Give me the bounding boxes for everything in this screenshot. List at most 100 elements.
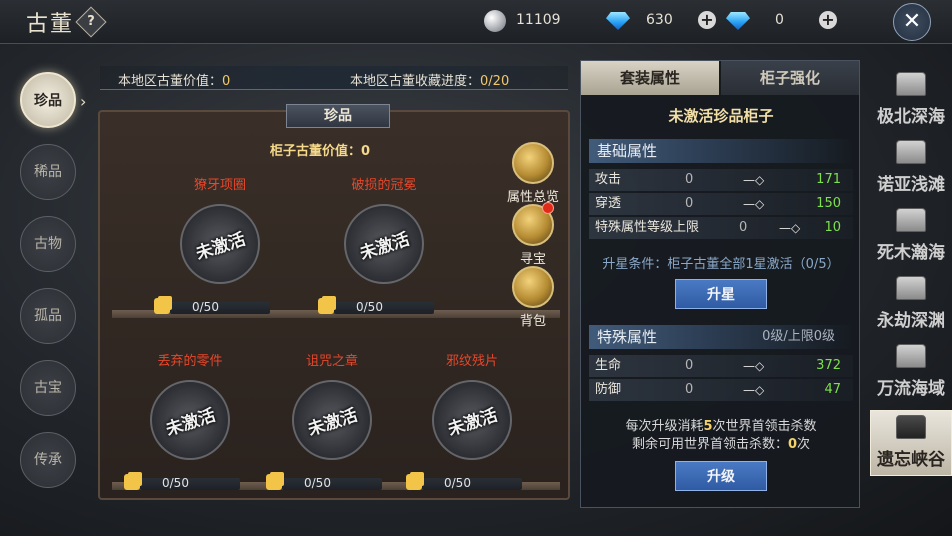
slot-pedestal: [140, 478, 240, 490]
attribute-row: 攻击 0 —◇ 171: [589, 169, 853, 191]
attribute-overview-button[interactable]: 属性总览: [498, 142, 568, 205]
arrow-right-icon: —◇: [743, 383, 765, 397]
collection-progress-value: 0/20: [480, 74, 510, 89]
nav-item-zhenpin[interactable]: 珍品: [20, 72, 76, 128]
remaining-kills-note: 剩余可用世界首领击杀数：0次: [581, 433, 861, 452]
category-nav: 珍品 › 稀品 古物 孤品 古宝 传承: [18, 72, 87, 536]
basic-attributes-header: 基础属性: [589, 139, 853, 163]
antique-slot[interactable]: 诅咒之章 未激活 0/50: [262, 350, 402, 510]
attribute-name: 防御: [595, 382, 622, 397]
upgrade-condition: 升星条件：柜子古董全部1星激活（0/5）: [602, 257, 840, 272]
attribute-panel: 套装属性 柜子强化 未激活珍品柜子 基础属性 攻击 0 —◇ 171 穿透 0 …: [580, 60, 860, 508]
upgrade-cost-text: 每次升级消耗: [625, 419, 704, 434]
antique-progress: 0/50: [444, 476, 471, 490]
tab-set-attributes[interactable]: 套装属性: [581, 61, 719, 95]
region-value-label: 本地区古董价值：: [118, 74, 223, 89]
star-up-button[interactable]: 升星: [675, 279, 767, 309]
region-name: 极北深海: [877, 107, 945, 127]
backpack-button[interactable]: 背包: [498, 266, 568, 329]
antique-progress: 0/50: [192, 300, 219, 314]
slot-pedestal: [282, 478, 382, 490]
region-info-bar: 本地区古董价值：0 本地区古董收藏进度：0/20: [100, 66, 568, 90]
page-title: 古董: [26, 12, 75, 37]
attribute-current: 0: [685, 172, 694, 187]
chest-icon: [896, 415, 926, 439]
remaining-kills-value: 0: [787, 437, 798, 452]
chest-icon: [896, 72, 926, 96]
antique-slot[interactable]: 丢弃的零件 未激活 0/50: [120, 350, 260, 510]
chevron-right-icon: ›: [80, 92, 87, 111]
region-name: 万流海域: [877, 379, 945, 399]
help-button[interactable]: ?: [75, 6, 107, 38]
top-bar: 古董 ? 11109 630 + 0 + ✕: [0, 0, 952, 44]
region-name: 永劫深渊: [877, 311, 945, 331]
antique-slot[interactable]: 獠牙项圈 未激活 0/50: [150, 174, 290, 334]
nav-item-chuancheng[interactable]: 传承: [20, 432, 76, 488]
add-bound-diamond-button[interactable]: +: [819, 11, 837, 29]
region-item[interactable]: 死木瀚海: [870, 204, 952, 270]
antique-progress: 0/50: [304, 476, 331, 490]
level-up-button[interactable]: 升级: [675, 461, 767, 491]
remaining-kills-text: 次: [797, 437, 811, 452]
puzzle-piece-icon: [124, 474, 140, 490]
attribute-next: 47: [824, 382, 841, 397]
region-item-active[interactable]: 遗忘峡谷: [870, 410, 952, 476]
special-level: 0级/上限0级: [762, 329, 835, 344]
antique-slot[interactable]: 破损的冠冕 未激活 0/50: [314, 174, 454, 334]
attribute-overview-label: 属性总览: [506, 190, 559, 205]
add-diamond-button[interactable]: +: [698, 11, 716, 29]
collection-progress-label: 本地区古董收藏进度：: [350, 74, 481, 89]
arrow-right-icon: —◇: [743, 197, 765, 211]
cabinet-value: 柜子古董价值：0: [270, 140, 370, 159]
chest-icon: [896, 140, 926, 164]
help-icon: ?: [87, 14, 95, 29]
puzzle-piece-icon: [318, 298, 334, 314]
eye-icon: [512, 142, 554, 184]
cabinet-name: 未激活珍品柜子: [668, 107, 774, 125]
attribute-current: 0: [685, 196, 694, 211]
treasure-hunt-label: 寻宝: [519, 252, 546, 267]
attribute-next: 372: [816, 358, 841, 373]
close-button[interactable]: ✕: [893, 3, 931, 41]
nav-item-xipin[interactable]: 稀品: [20, 144, 76, 200]
chest-icon: [896, 208, 926, 232]
antique-name: 诅咒之章: [305, 354, 358, 369]
cabinet-tab: 珍品: [286, 104, 390, 128]
diamond-count: 630: [646, 12, 673, 28]
antique-progress: 0/50: [162, 476, 189, 490]
attribute-next: 171: [816, 172, 841, 187]
region-item[interactable]: 永劫深渊: [870, 272, 952, 338]
antique-name: 邪纹残片: [445, 354, 498, 369]
region-item[interactable]: 万流海域: [870, 340, 952, 406]
special-attributes-title: 特殊属性: [597, 328, 658, 346]
slot-pedestal: [170, 302, 270, 314]
attribute-row: 穿透 0 —◇ 150: [589, 193, 853, 215]
chest-icon: [896, 344, 926, 368]
region-name: 遗忘峡谷: [877, 450, 945, 470]
coin-count: 11109: [516, 12, 561, 28]
attribute-row: 特殊属性等级上限 0 —◇ 10: [589, 217, 853, 239]
region-item[interactable]: 极北深海: [870, 68, 952, 134]
antique-name: 丢弃的零件: [157, 354, 223, 369]
region-item[interactable]: 诺亚浅滩: [870, 136, 952, 202]
nav-item-guwu[interactable]: 古物: [20, 216, 76, 272]
arrow-right-icon: —◇: [779, 221, 801, 235]
slot-pedestal: [334, 302, 434, 314]
cabinet-value-label: 柜子古董价值：: [270, 144, 362, 159]
nav-item-gubao[interactable]: 古宝: [20, 360, 76, 416]
antique-slot[interactable]: 邪纹残片 未激活 0/50: [402, 350, 542, 510]
silver-coin-icon: [484, 10, 506, 32]
treasure-hunt-button[interactable]: 寻宝: [498, 202, 568, 267]
arrow-right-icon: —◇: [743, 359, 765, 373]
attribute-name: 特殊属性等级上限: [595, 220, 700, 235]
notification-dot: [542, 202, 554, 214]
region-value: 本地区古董价值：0: [118, 70, 230, 89]
attribute-name: 穿透: [595, 196, 622, 211]
nav-item-gupin[interactable]: 孤品: [20, 288, 76, 344]
arrow-right-icon: —◇: [743, 173, 765, 187]
tab-cabinet-enhance[interactable]: 柜子强化: [721, 61, 859, 95]
backpack-label: 背包: [519, 314, 546, 329]
puzzle-piece-icon: [406, 474, 422, 490]
puzzle-piece-icon: [154, 298, 170, 314]
region-list: 极北深海 诺亚浅滩 死木瀚海 永劫深渊 万流海域 遗忘峡谷: [870, 60, 952, 536]
